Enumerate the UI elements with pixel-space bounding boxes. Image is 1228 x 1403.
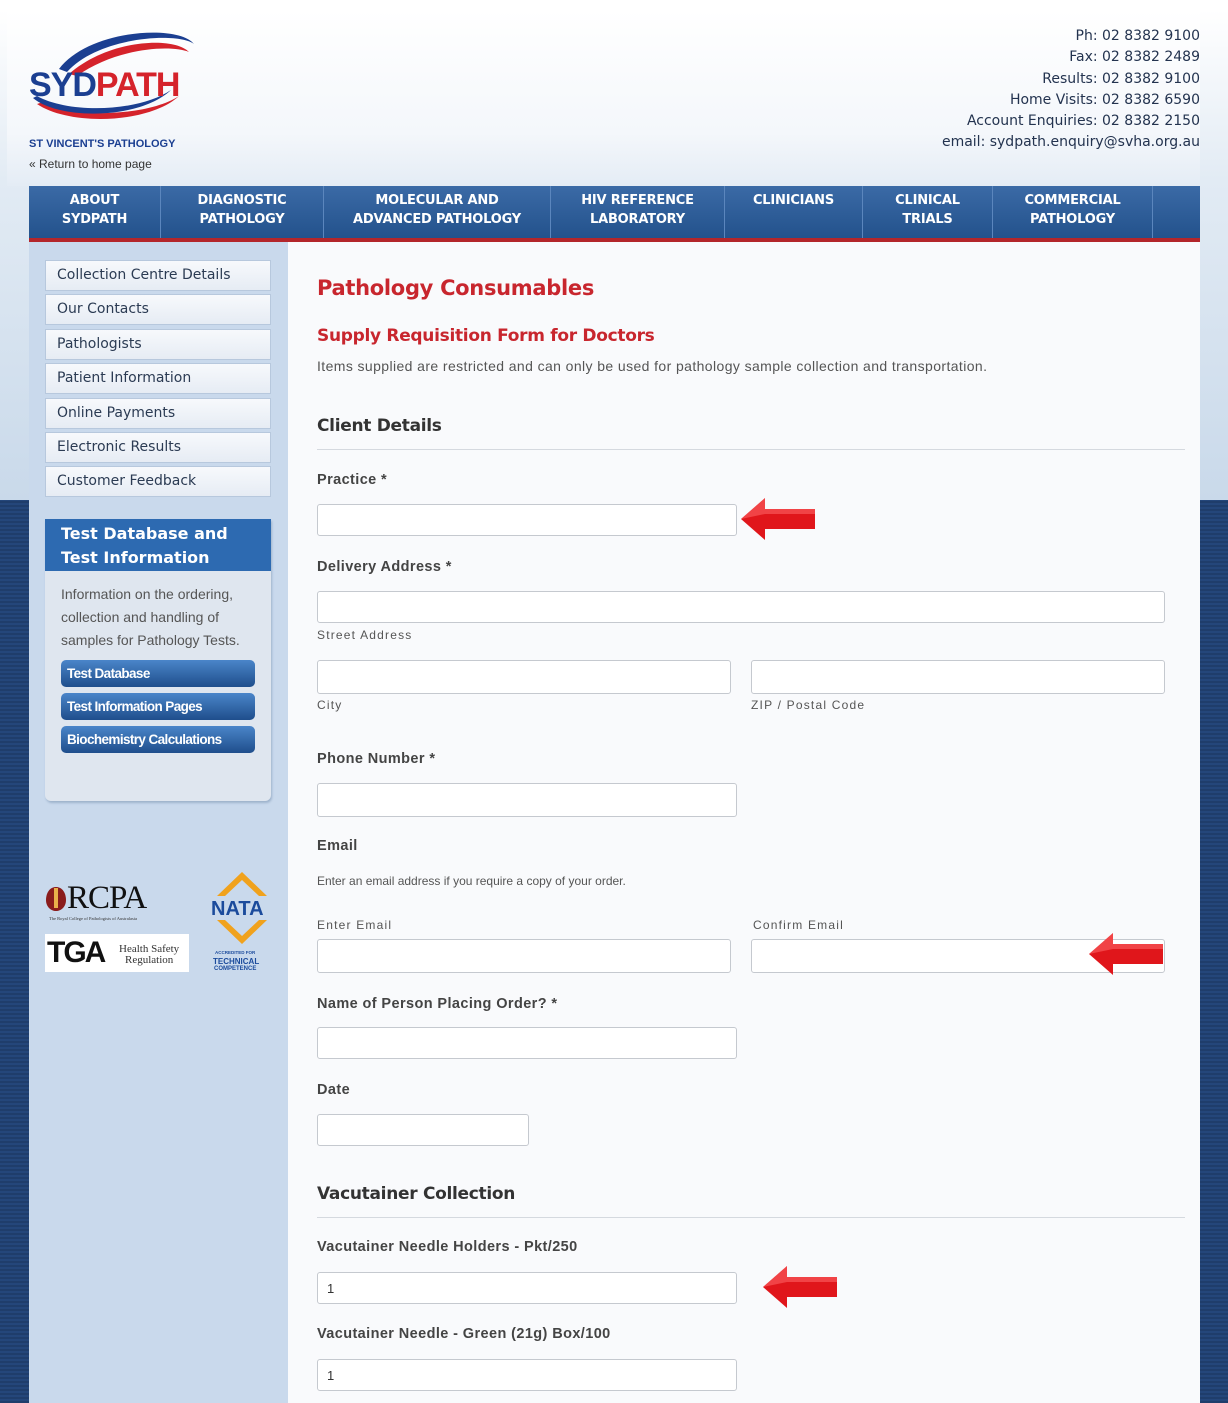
rcpa-wordmark: RCPA: [67, 880, 147, 916]
needle-holders-label: Vacutainer Needle Holders - Pkt/250: [317, 1239, 578, 1255]
sidebar-item-online-payments[interactable]: Online Payments: [45, 397, 271, 429]
rcpa-logo: RCPA The Royal College of Pathologists o…: [45, 880, 175, 924]
practice-input[interactable]: [317, 504, 737, 536]
nav-item-clinicians[interactable]: CLINICIANS: [725, 186, 863, 238]
sidebar-item-customer-feedback[interactable]: Customer Feedback: [45, 466, 271, 498]
sidebar-menu: Collection Centre Details Our Contacts P…: [45, 260, 271, 501]
nav-item-about-sydpath[interactable]: ABOUT SYDPATH: [29, 186, 161, 238]
email-label: Email: [317, 838, 358, 854]
section-divider: [317, 1217, 1185, 1218]
nata-subtitle-2: TECHNICAL: [213, 957, 260, 966]
nata-logo: NATA ACCREDITED FOR TECHNICAL COMPETENCE: [209, 872, 275, 982]
phone-number-label: Phone Number *: [317, 751, 436, 767]
date-input[interactable]: [317, 1114, 529, 1146]
confirm-email-sublabel: Confirm Email: [753, 918, 844, 932]
sidebar-item-pathologists[interactable]: Pathologists: [45, 328, 271, 360]
section-divider: [317, 449, 1185, 450]
tga-logo: TGA Health Safety Regulation: [45, 934, 189, 972]
logo-wordmark: SYDPATH: [29, 66, 180, 104]
sidebar-item-patient-information[interactable]: Patient Information: [45, 363, 271, 395]
biochemistry-calculations-button[interactable]: Biochemistry Calculations: [61, 726, 255, 753]
return-home-link[interactable]: « Return to home page: [29, 157, 152, 171]
site-header: SYDPATH ST VINCENT'S PATHOLOGY « Return …: [7, 10, 1200, 186]
main-nav: ABOUT SYDPATH DIAGNOSTIC PATHOLOGY MOLECUL…: [29, 186, 1200, 238]
sidebar-item-collection-centre-details[interactable]: Collection Centre Details: [45, 260, 271, 291]
person-placing-order-label: Name of Person Placing Order? *: [317, 996, 558, 1012]
logo-subtitle: ST VINCENT'S PATHOLOGY: [29, 138, 176, 150]
page-title: Pathology Consumables: [317, 276, 595, 300]
zip-sublabel: ZIP / Postal Code: [751, 698, 866, 712]
street-address-sublabel: Street Address: [317, 628, 413, 642]
test-information-pages-button[interactable]: Test Information Pages: [61, 693, 255, 720]
tga-wordmark: TGA: [47, 936, 106, 969]
contact-home-visits: Home Visits: 02 8382 6590: [1009, 91, 1200, 108]
test-database-box-text: Information on the ordering, collection …: [61, 586, 240, 648]
contact-details: Ph: 02 8382 9100 Fax: 02 8382 2489 Resul…: [942, 26, 1200, 154]
nav-item-hiv-reference-laboratory[interactable]: HIV REFERENCE LABORATORY: [551, 186, 725, 238]
city-sublabel: City: [317, 698, 343, 712]
vacutainer-collection-heading: Vacutainer Collection: [317, 1184, 516, 1204]
main-content: Pathology Consumables Supply Requisition…: [288, 242, 1200, 1403]
red-arrow-icon: [1089, 933, 1163, 975]
enter-email-sublabel: Enter Email: [317, 918, 393, 932]
accreditation-badges: RCPA The Royal College of Pathologists o…: [45, 872, 275, 992]
street-address-input[interactable]: [317, 591, 1165, 623]
contact-results: Results: 02 8382 9100: [1042, 70, 1200, 87]
nav-item-clinical-trials[interactable]: CLINICAL TRIALS: [863, 186, 993, 238]
phone-number-input[interactable]: [317, 783, 737, 817]
form-subtitle: Supply Requisition Form for Doctors: [317, 326, 655, 346]
person-placing-order-input[interactable]: [317, 1027, 737, 1059]
sidebar-item-our-contacts[interactable]: Our Contacts: [45, 294, 271, 326]
client-details-heading: Client Details: [317, 416, 442, 436]
enter-email-input[interactable]: [317, 939, 731, 973]
test-database-box-title: Test Database and Test Information: [45, 519, 271, 571]
nata-wordmark: NATA: [211, 898, 264, 920]
contact-email[interactable]: email: sydpath.enquiry@svha.org.au: [942, 132, 1200, 153]
nata-subtitle-1: ACCREDITED FOR: [215, 950, 256, 955]
sidebar-item-electronic-results[interactable]: Electronic Results: [45, 431, 271, 463]
test-database-box: Test Database and Test Information Infor…: [45, 519, 271, 801]
city-input[interactable]: [317, 660, 731, 694]
needle-green-label: Vacutainer Needle - Green (21g) Box/100: [317, 1326, 611, 1342]
form-intro: Items supplied are restricted and can on…: [317, 358, 988, 374]
tga-subtitle-2: Regulation: [125, 954, 174, 966]
sidebar: Collection Centre Details Our Contacts P…: [29, 242, 288, 1403]
date-label: Date: [317, 1082, 351, 1098]
contact-fax: Fax: 02 8382 2489: [1069, 49, 1200, 66]
page: SYDPATH ST VINCENT'S PATHOLOGY « Return …: [7, 10, 1200, 1403]
email-hint: Enter an email address if you require a …: [317, 874, 626, 888]
test-database-button[interactable]: Test Database: [61, 660, 255, 687]
red-arrow-icon: [741, 498, 815, 540]
nata-subtitle-3: COMPETENCE: [214, 966, 257, 972]
needle-holders-input[interactable]: [317, 1272, 737, 1304]
needle-green-input[interactable]: [317, 1359, 737, 1391]
nav-item-diagnostic-pathology[interactable]: DIAGNOSTIC PATHOLOGY: [161, 186, 324, 238]
nav-item-molecular-advanced-pathology[interactable]: MOLECULAR AND ADVANCED PATHOLOGY: [324, 186, 551, 238]
delivery-address-label: Delivery Address *: [317, 559, 452, 575]
red-arrow-icon: [763, 1266, 837, 1308]
nav-item-commercial-pathology[interactable]: COMMERCIAL PATHOLOGY: [993, 186, 1153, 238]
rcpa-crest-icon: [46, 887, 66, 911]
sydpath-logo[interactable]: SYDPATH: [29, 24, 229, 124]
contact-account-enquiries: Account Enquiries: 02 8382 2150: [966, 113, 1200, 130]
rcpa-subtitle: The Royal College of Pathologists of Aus…: [49, 916, 137, 921]
practice-label: Practice *: [317, 472, 388, 488]
contact-phone: Ph: 02 8382 9100: [1075, 28, 1200, 44]
zip-input[interactable]: [751, 660, 1165, 694]
